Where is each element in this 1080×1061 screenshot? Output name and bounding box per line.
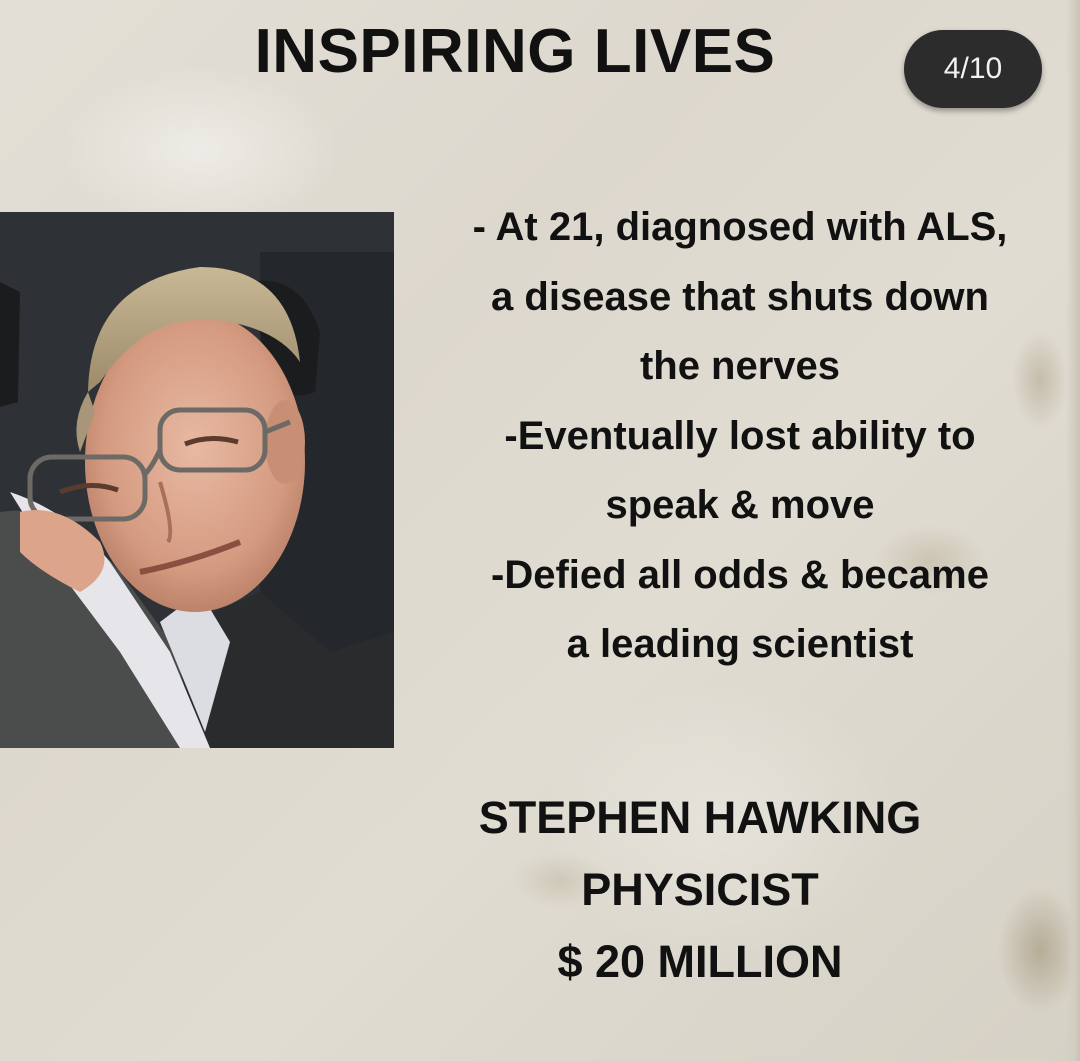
portrait-photo [0,212,394,748]
page-title: INSPIRING LIVES [254,17,776,86]
fact-line: - At 21, diagnosed with ALS, [472,205,1008,249]
fact-line: the nerves [639,344,841,388]
fact-line: -Defied all odds & became [491,552,989,597]
person-net-worth: $ 20 MILLION [557,936,843,987]
fact-line: -Eventually lost ability to [504,413,976,458]
fact-line: a leading scientist [566,622,914,666]
profile-block: STEPHEN HAWKING PHYSICIST $ 20 MILLION [400,782,1000,998]
person-name: STEPHEN HAWKING [478,792,922,843]
fact-line: a disease that shuts down [491,274,989,319]
portrait-illustration [0,212,394,748]
facts-text-block: - At 21, diagnosed with ALS, a disease t… [400,193,1080,680]
person-occupation: PHYSICIST [581,864,819,915]
page-indicator-badge[interactable]: 4/10 [904,30,1042,108]
fact-line: speak & move [605,483,875,527]
